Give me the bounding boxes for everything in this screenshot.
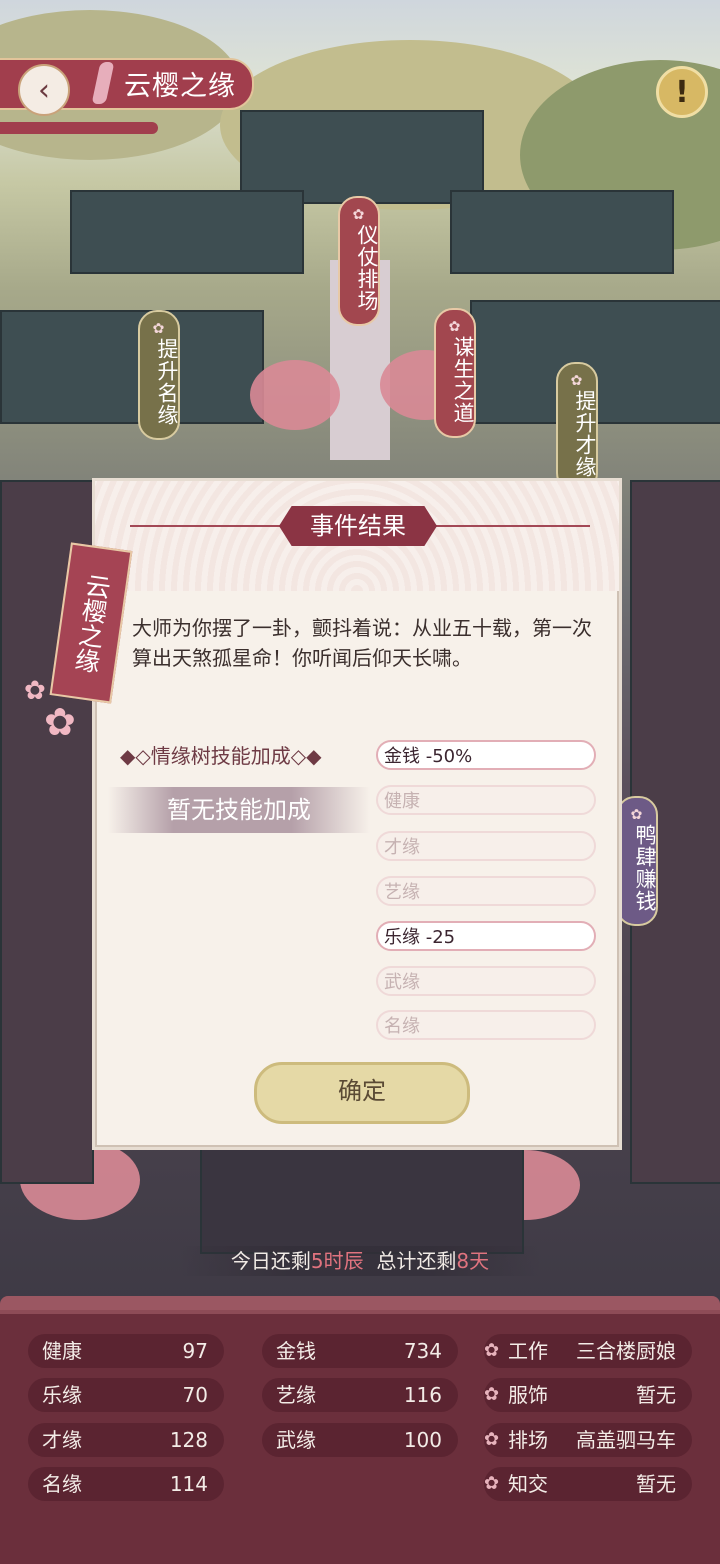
blossom-icon: ✿ — [630, 807, 644, 823]
info-job: ✿ 工作 三合楼厨娘 — [484, 1334, 692, 1368]
blossom-icon: ✿ — [484, 1384, 500, 1405]
header-divider-right — [436, 525, 590, 527]
stat-fame: 名缘 114 — [28, 1467, 224, 1501]
page-title: 云樱之缘 — [124, 71, 236, 102]
skill-bonus-label: ◆◇情缘树技能加成◇◆ — [120, 744, 322, 768]
effect-talent: 才缘 — [376, 831, 596, 861]
map-tag-money[interactable]: ✿ 鸭肆赚钱 — [616, 796, 658, 926]
cherry-tree — [250, 360, 340, 430]
event-story-text: 大师为你摆了一卦，颤抖着说：从业五十载，第一次算出天煞孤星命！你听闻后仰天长啸。 — [132, 616, 592, 670]
map-tag-talent[interactable]: ✿ 提升才缘 — [556, 362, 598, 492]
blossom-icon: ✿ — [484, 1473, 500, 1494]
city-gate — [200, 1140, 524, 1254]
blossom-icon: ✿ — [448, 319, 462, 335]
palace-wing — [450, 190, 674, 274]
blossom-icon: ✿ — [570, 373, 584, 389]
stat-health: 健康 97 — [28, 1334, 224, 1368]
map-tag-livelihood[interactable]: ✿ 谋生之道 — [434, 308, 476, 438]
palace-wing — [0, 310, 264, 424]
stat-talent: 才缘 128 — [28, 1423, 224, 1457]
effect-money: 金钱 -50% — [376, 740, 596, 770]
blossom-icon: ✿ — [152, 321, 166, 337]
effect-martial: 武缘 — [376, 966, 596, 996]
map-tag-ceremony[interactable]: ✿ 仪仗排场 — [338, 196, 380, 326]
stat-money: 金钱 734 — [262, 1334, 458, 1368]
stat-joy: 乐缘 70 — [28, 1378, 224, 1412]
back-button[interactable]: ‹ — [18, 64, 70, 116]
effect-health: 健康 — [376, 785, 596, 815]
confirm-button[interactable]: 确定 — [254, 1062, 470, 1124]
info-friend: ✿ 知交 暂无 — [484, 1467, 692, 1501]
stat-art: 艺缘 116 — [262, 1378, 458, 1412]
time-remaining: 今日还剩5时辰 总计还剩8天 — [180, 1246, 540, 1276]
effect-joy: 乐缘 -25 — [376, 921, 596, 951]
blossom-icon: ✿ — [352, 207, 366, 223]
title-bar-tail — [0, 122, 158, 134]
blossom-icon: ✿ — [484, 1429, 500, 1450]
dialog-title: 事件结果 — [279, 506, 437, 546]
blossom-icon: ✿ — [484, 1340, 500, 1361]
map-tag-fame[interactable]: ✿ 提升名缘 — [138, 310, 180, 440]
effect-fame: 名缘 — [376, 1010, 596, 1040]
no-skill-bonus: 暂无技能加成 — [108, 787, 370, 833]
exclamation-icon: ! — [675, 74, 689, 110]
stat-martial: 武缘 100 — [262, 1423, 458, 1457]
effect-art: 艺缘 — [376, 876, 596, 906]
info-retinue: ✿ 排场 高盖驷马车 — [484, 1423, 692, 1457]
help-button[interactable]: ! — [656, 66, 708, 118]
chevron-left-icon: ‹ — [38, 72, 50, 108]
palace-wing — [70, 190, 304, 274]
info-outfit: ✿ 服饰 暂无 — [484, 1378, 692, 1412]
header-divider-left — [130, 525, 280, 527]
cherry-blossom-icon: ✿ — [24, 676, 46, 706]
cherry-blossom-icon: ✿ — [44, 700, 76, 744]
